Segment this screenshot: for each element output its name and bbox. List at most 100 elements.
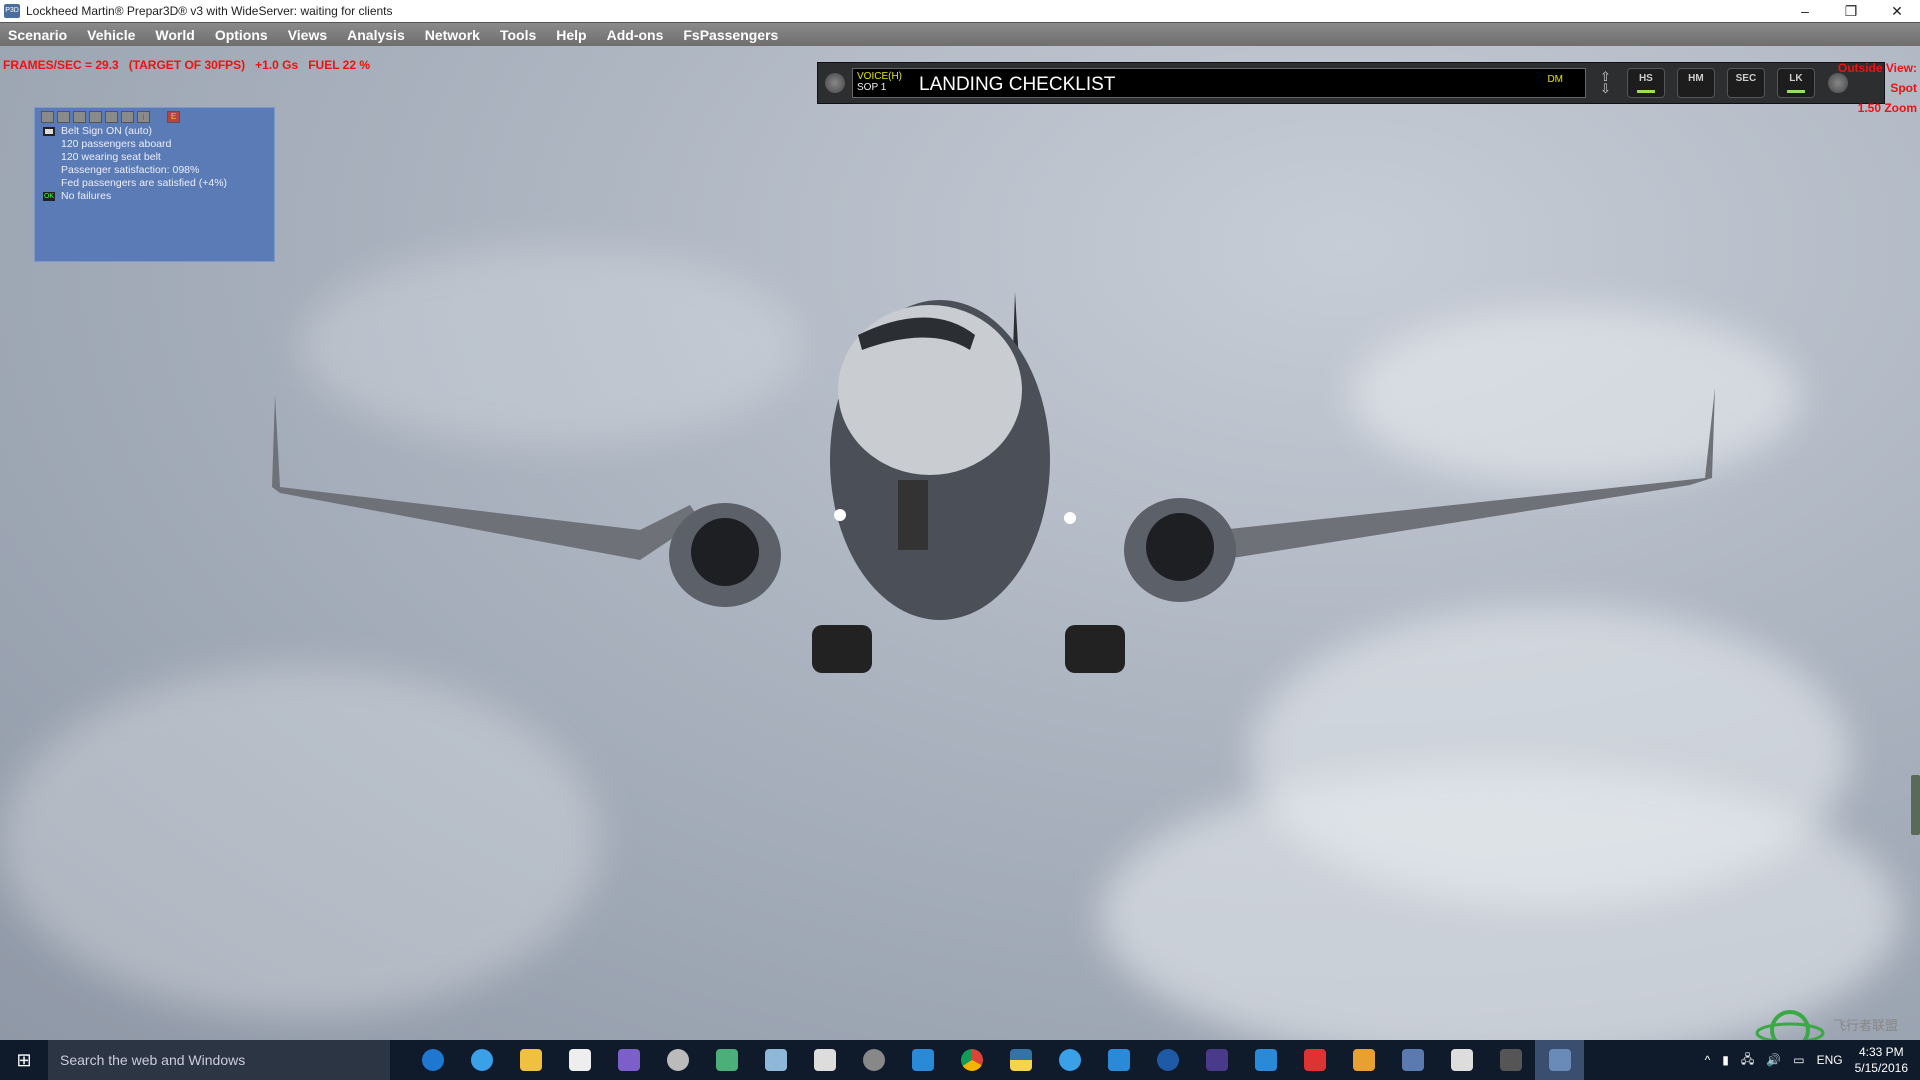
lk-led bbox=[1786, 90, 1805, 93]
frame-rate-status: FRAMES/SEC = 29.3 (TARGET OF 30FPS) +1.0… bbox=[3, 58, 370, 72]
app-icon[interactable] bbox=[751, 1040, 800, 1080]
fspassengers-panel: i E Belt Sign ON (auto) 120 passengers a… bbox=[34, 107, 275, 262]
app-icon[interactable] bbox=[1437, 1040, 1486, 1080]
app-icon[interactable] bbox=[702, 1040, 751, 1080]
paint-icon[interactable] bbox=[653, 1040, 702, 1080]
music-icon[interactable] bbox=[105, 111, 118, 123]
close-button[interactable]: ✕ bbox=[1874, 3, 1920, 20]
internet-explorer-icon[interactable] bbox=[457, 1040, 506, 1080]
menu-tools[interactable]: Tools bbox=[500, 27, 536, 43]
chevron-up-icon[interactable]: ^ bbox=[1705, 1053, 1711, 1067]
restore-button[interactable]: ❐ bbox=[1828, 3, 1874, 20]
app-icon[interactable] bbox=[604, 1040, 653, 1080]
info-icon[interactable]: i bbox=[137, 111, 150, 123]
ok-badge: OK bbox=[43, 192, 55, 201]
failures-status: No failures bbox=[61, 190, 112, 202]
zoom-level: 1.50 Zoom bbox=[1857, 101, 1917, 115]
checklist-title: LANDING CHECKLIST bbox=[919, 74, 1116, 95]
chrome-icon[interactable] bbox=[947, 1040, 996, 1080]
date: 5/15/2016 bbox=[1854, 1061, 1908, 1075]
checklist-panel: VOICE(H) SOP 1 LANDING CHECKLIST DM ⇧ ⇩ H… bbox=[817, 62, 1885, 104]
ezca-icon[interactable] bbox=[1486, 1040, 1535, 1080]
menu-scenario[interactable]: Scenario bbox=[8, 27, 67, 43]
hs-led bbox=[1636, 90, 1655, 93]
calculator-icon[interactable] bbox=[800, 1040, 849, 1080]
network-icon[interactable]: 🖧 bbox=[1741, 1050, 1754, 1071]
taskbar-apps bbox=[408, 1040, 1584, 1080]
scroll-arrows[interactable]: ⇧ ⇩ bbox=[1600, 70, 1611, 95]
hs-button[interactable]: HS bbox=[1626, 68, 1665, 98]
simulator-view[interactable] bbox=[0, 46, 1920, 1066]
hm-label: HM bbox=[1688, 73, 1704, 84]
side-panel-handle[interactable] bbox=[1911, 775, 1920, 835]
window-title: Lockheed Martin® Prepar3D® v3 with WideS… bbox=[26, 4, 393, 18]
menu-fspassengers[interactable]: FsPassengers bbox=[683, 27, 778, 43]
edge-icon[interactable] bbox=[408, 1040, 457, 1080]
taskbar-search-box[interactable]: Search the web and Windows bbox=[48, 1040, 390, 1080]
lk-button[interactable]: LK bbox=[1776, 68, 1815, 98]
store-icon[interactable] bbox=[555, 1040, 604, 1080]
menu-vehicle[interactable]: Vehicle bbox=[87, 27, 135, 43]
app-icon[interactable] bbox=[1045, 1040, 1094, 1080]
checklist-display: VOICE(H) SOP 1 LANDING CHECKLIST DM bbox=[852, 68, 1586, 98]
app-icon[interactable] bbox=[1290, 1040, 1339, 1080]
belt-sign-status: Belt Sign ON (auto) bbox=[61, 125, 153, 137]
view-type-label: Outside View: bbox=[1837, 61, 1917, 75]
menu-analysis[interactable]: Analysis bbox=[347, 27, 405, 43]
notifications-icon[interactable]: ▭ bbox=[1793, 1053, 1804, 1067]
language-indicator[interactable]: ENG bbox=[1817, 1053, 1843, 1067]
app-icon: P3D bbox=[4, 4, 20, 18]
menu-options[interactable]: Options bbox=[215, 27, 268, 43]
passengers-aboard: 120 passengers aboard bbox=[61, 138, 172, 150]
menu-network[interactable]: Network bbox=[425, 27, 480, 43]
minimize-button[interactable]: – bbox=[1782, 3, 1828, 20]
sop-level: SOP 1 bbox=[857, 82, 887, 93]
dm-indicator: DM bbox=[1547, 74, 1563, 85]
app-icon[interactable] bbox=[1192, 1040, 1241, 1080]
volume-icon[interactable]: 🔊 bbox=[1766, 1053, 1781, 1067]
windows-start-button[interactable]: ⊞ bbox=[0, 1040, 48, 1080]
app-icon[interactable] bbox=[1388, 1040, 1437, 1080]
usb-icon[interactable]: ▮ bbox=[1722, 1053, 1729, 1067]
seatbelt-icon bbox=[43, 127, 55, 136]
aircraft-boeing-737 bbox=[272, 292, 1715, 673]
plane-icon[interactable] bbox=[898, 1040, 947, 1080]
p3d-icon[interactable] bbox=[1535, 1040, 1584, 1080]
file-explorer-icon[interactable] bbox=[506, 1040, 555, 1080]
screw-icon bbox=[825, 73, 845, 93]
sec-label: SEC bbox=[1735, 73, 1757, 84]
emergency-button[interactable]: E bbox=[167, 111, 180, 123]
app-icon[interactable] bbox=[1241, 1040, 1290, 1080]
voice-mode: VOICE(H) bbox=[857, 71, 902, 82]
fed-status: Fed passengers are satisfied (+4%) bbox=[61, 177, 228, 189]
app-icon[interactable] bbox=[1339, 1040, 1388, 1080]
python-icon[interactable] bbox=[996, 1040, 1045, 1080]
save-icon[interactable] bbox=[57, 111, 70, 123]
food-icon[interactable] bbox=[73, 111, 86, 123]
arrow-down-icon[interactable]: ⇩ bbox=[1600, 82, 1611, 95]
menu-help[interactable]: Help bbox=[556, 27, 586, 43]
belt-icon[interactable] bbox=[41, 111, 54, 123]
factory-icon[interactable] bbox=[121, 111, 134, 123]
hm-button[interactable]: HM bbox=[1676, 68, 1715, 98]
download-icon[interactable] bbox=[1094, 1040, 1143, 1080]
system-tray: ^ ▮ 🖧 🔊 ▭ ENG 4:33 PM 5/15/2016 bbox=[1705, 1044, 1920, 1076]
title-bar: P3D Lockheed Martin® Prepar3D® v3 with W… bbox=[0, 0, 1920, 22]
globe-icon[interactable] bbox=[849, 1040, 898, 1080]
lk-label: LK bbox=[1789, 73, 1803, 84]
menu-views[interactable]: Views bbox=[288, 27, 327, 43]
menu-bar: Scenario Vehicle World Options Views Ana… bbox=[0, 22, 1920, 46]
clock[interactable]: 4:33 PM 5/15/2016 bbox=[1855, 1044, 1908, 1076]
menu-addons[interactable]: Add-ons bbox=[607, 27, 664, 43]
hs-label: HS bbox=[1638, 73, 1653, 84]
passenger-satisfaction: Passenger satisfaction: 098% bbox=[61, 164, 200, 176]
time: 4:33 PM bbox=[1858, 1045, 1904, 1059]
menu-world[interactable]: World bbox=[155, 27, 194, 43]
sec-button[interactable]: SEC bbox=[1726, 68, 1765, 98]
app-icon[interactable] bbox=[1143, 1040, 1192, 1080]
seat-belt-count: 120 wearing seat belt bbox=[61, 151, 161, 163]
taskbar: ⊞ Search the web and Windows ^ ▮ 🖧 🔊 ▭ E… bbox=[0, 1040, 1920, 1080]
tray-icon[interactable] bbox=[89, 111, 102, 123]
view-info: Outside View: Spot 1.50 Zoom bbox=[1838, 58, 1917, 118]
view-mode: Spot bbox=[1890, 81, 1917, 95]
